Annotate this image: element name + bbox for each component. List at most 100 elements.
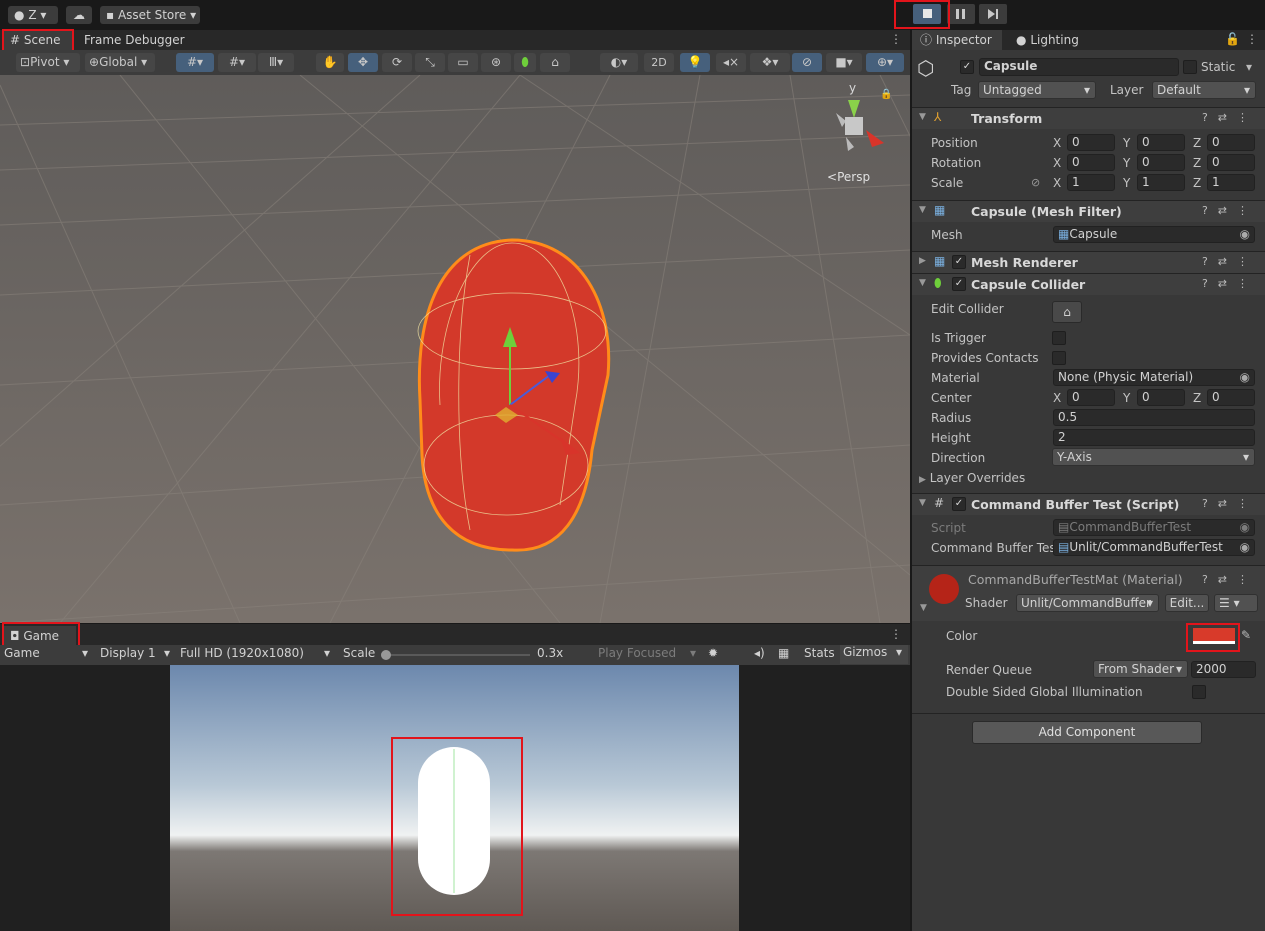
increment-snap-toggle[interactable]: #▾ [218, 53, 256, 72]
gizmos-button[interactable]: Gizmos ▾ [840, 645, 908, 664]
resolution-dropdown[interactable]: Full HD (1920x1080) ▾ [180, 646, 335, 660]
tab-lighting[interactable]: ● Lighting [1008, 30, 1087, 50]
object-active-checkbox[interactable]: ✓ [960, 60, 974, 74]
edit-collider-tool[interactable]: ⌂ [540, 53, 570, 72]
rect-tool[interactable]: ▭ [448, 53, 478, 72]
material-header[interactable]: ▼ CommandBufferTestMat (Material) ?⇄⋮ Sh… [912, 565, 1265, 621]
lighting-toggle[interactable]: 💡 [680, 53, 710, 72]
position-z-field[interactable]: 0 [1207, 134, 1255, 151]
mesh-field[interactable]: ▦Capsule ◉ [1053, 226, 1255, 243]
step-button[interactable] [979, 4, 1007, 24]
mesh-renderer-checkbox[interactable]: ✓ [952, 255, 966, 269]
tab-frame-debugger[interactable]: Frame Debugger [76, 30, 193, 50]
object-picker-icon[interactable]: ◉ [1240, 370, 1250, 385]
draw-mode-dropdown[interactable]: ◐▾ [600, 53, 638, 72]
static-checkbox[interactable] [1183, 60, 1197, 74]
gizmos-dropdown[interactable]: ⊕▾ [866, 53, 904, 72]
2d-toggle[interactable]: 2D [644, 53, 674, 72]
center-x-field[interactable]: 0 [1067, 389, 1115, 406]
global-dropdown[interactable]: ⊕Global ▾ [85, 53, 155, 72]
constrain-proportions-icon[interactable]: ⊘ [1031, 176, 1040, 189]
display-dropdown[interactable]: Display 1 ▾ [100, 646, 176, 660]
visibility-toggle[interactable]: ⊘ [792, 53, 822, 72]
tab-menu-icon[interactable]: ⋮ [890, 32, 902, 46]
radius-field[interactable]: 0.5 [1053, 409, 1255, 426]
mesh-renderer-header[interactable]: ▶ ▦ ✓ Mesh Renderer ?⇄⋮ [912, 251, 1265, 273]
inspector-menu-icon[interactable]: ⋮ [1246, 32, 1258, 46]
component-header-icons[interactable]: ?⇄⋮ [1202, 204, 1258, 217]
ruler-toggle[interactable]: Ⅲ▾ [258, 53, 294, 72]
cloud-button[interactable]: ☁ [66, 6, 92, 24]
scale-z-field[interactable]: 1 [1207, 174, 1255, 191]
transform-tool[interactable]: ⊛ [481, 53, 511, 72]
lock-inspector-icon[interactable]: 🔓 [1225, 32, 1240, 46]
rotation-z-field[interactable]: 0 [1207, 154, 1255, 171]
add-component-button[interactable]: Add Component [972, 721, 1202, 744]
capsule-collider-header[interactable]: ▼ ⬮ ✓ Capsule Collider ?⇄⋮ [912, 273, 1265, 295]
rotation-x-field[interactable]: 0 [1067, 154, 1115, 171]
layer-overrides-foldout[interactable]: ▶ Layer Overrides [919, 471, 1025, 485]
hand-tool[interactable]: ✋ [316, 53, 344, 72]
component-header-icons[interactable]: ?⇄⋮ [1202, 497, 1258, 510]
persp-label[interactable]: <Persp [827, 170, 870, 184]
center-z-field[interactable]: 0 [1207, 389, 1255, 406]
pause-button[interactable] [947, 4, 975, 24]
stats-button[interactable]: Stats [804, 646, 835, 660]
component-header-icons[interactable]: ?⇄⋮ [1202, 111, 1258, 124]
command-buffer-shader-field[interactable]: ▤Unlit/CommandBufferTest ◉ [1053, 539, 1255, 556]
height-field[interactable]: 2 [1053, 429, 1255, 446]
dsgi-checkbox[interactable] [1192, 685, 1206, 699]
asset-store-dropdown[interactable]: ▪ Asset Store ▾ [100, 6, 200, 24]
audio-toggle[interactable]: ◂× [716, 53, 746, 72]
game-tab-menu-icon[interactable]: ⋮ [890, 627, 902, 641]
shader-edit-button[interactable]: Edit... [1165, 594, 1209, 612]
position-x-field[interactable]: 0 [1067, 134, 1115, 151]
account-dropdown[interactable]: ● Z ▾ [8, 6, 58, 24]
lock-icon[interactable]: 🔒 [880, 89, 892, 100]
is-trigger-checkbox[interactable] [1052, 331, 1066, 345]
eyedropper-icon[interactable]: ✎ [1241, 628, 1251, 642]
component-header-icons[interactable]: ?⇄⋮ [1202, 255, 1258, 268]
scale-x-field[interactable]: 1 [1067, 174, 1115, 191]
play-focused-dropdown[interactable]: Play Focused ▾ [598, 646, 704, 660]
shader-dropdown[interactable]: Unlit/CommandBuffer ▾ [1016, 594, 1159, 612]
shader-options-dropdown[interactable]: ☰ ▾ [1214, 594, 1258, 612]
script-enabled-checkbox[interactable]: ✓ [952, 497, 966, 511]
scale-tool[interactable]: ⤡ [415, 53, 445, 72]
position-y-field[interactable]: 0 [1137, 134, 1185, 151]
edit-collider-button[interactable]: ⌂ [1052, 301, 1082, 323]
audio-icon[interactable]: ◂) [754, 646, 765, 660]
tag-dropdown[interactable]: Untagged ▾ [978, 81, 1096, 99]
game-display-mode-dropdown[interactable]: Game ▾ [4, 646, 92, 660]
object-picker-icon[interactable]: ◉ [1240, 540, 1250, 555]
game-view[interactable] [0, 665, 910, 931]
effects-dropdown[interactable]: ❖▾ [750, 53, 790, 72]
static-dropdown-icon[interactable]: ▾ [1246, 60, 1252, 74]
move-tool[interactable]: ✥ [348, 53, 378, 72]
scene-viewport[interactable]: y 🔒 <Persp [0, 75, 910, 623]
render-queue-field[interactable]: 2000 [1191, 661, 1256, 678]
capsule-collider-checkbox[interactable]: ✓ [952, 277, 966, 291]
collider-tool[interactable]: ⬮ [514, 53, 536, 72]
mesh-filter-header[interactable]: ▼ ▦ Capsule (Mesh Filter) ?⇄⋮ [912, 200, 1265, 222]
object-name-field[interactable]: Capsule [979, 58, 1179, 76]
bug-icon[interactable]: ✹ [708, 646, 718, 660]
scale-slider-handle[interactable] [381, 650, 391, 660]
grid-snap-toggle[interactable]: #▾ [176, 53, 214, 72]
rotate-tool[interactable]: ⟳ [382, 53, 412, 72]
object-picker-icon[interactable]: ◉ [1240, 227, 1250, 242]
direction-dropdown[interactable]: Y-Axis ▾ [1052, 448, 1255, 466]
center-y-field[interactable]: 0 [1137, 389, 1185, 406]
pivot-dropdown[interactable]: ⊡Pivot ▾ [16, 53, 80, 72]
physic-material-field[interactable]: None (Physic Material) ◉ [1053, 369, 1255, 386]
rotation-y-field[interactable]: 0 [1137, 154, 1185, 171]
component-header-icons[interactable]: ?⇄⋮ [1202, 277, 1258, 290]
scale-slider[interactable] [381, 650, 530, 660]
layer-dropdown[interactable]: Default ▾ [1152, 81, 1256, 99]
scale-y-field[interactable]: 1 [1137, 174, 1185, 191]
transform-header[interactable]: ▼ ⅄ Transform ?⇄⋮ [912, 107, 1265, 129]
provides-contacts-checkbox[interactable] [1052, 351, 1066, 365]
render-queue-dropdown[interactable]: From Shader ▾ [1093, 660, 1188, 678]
keyboard-icon[interactable]: ▦ [778, 646, 789, 660]
tab-inspector[interactable]: ⓘ Inspector [912, 30, 1002, 50]
